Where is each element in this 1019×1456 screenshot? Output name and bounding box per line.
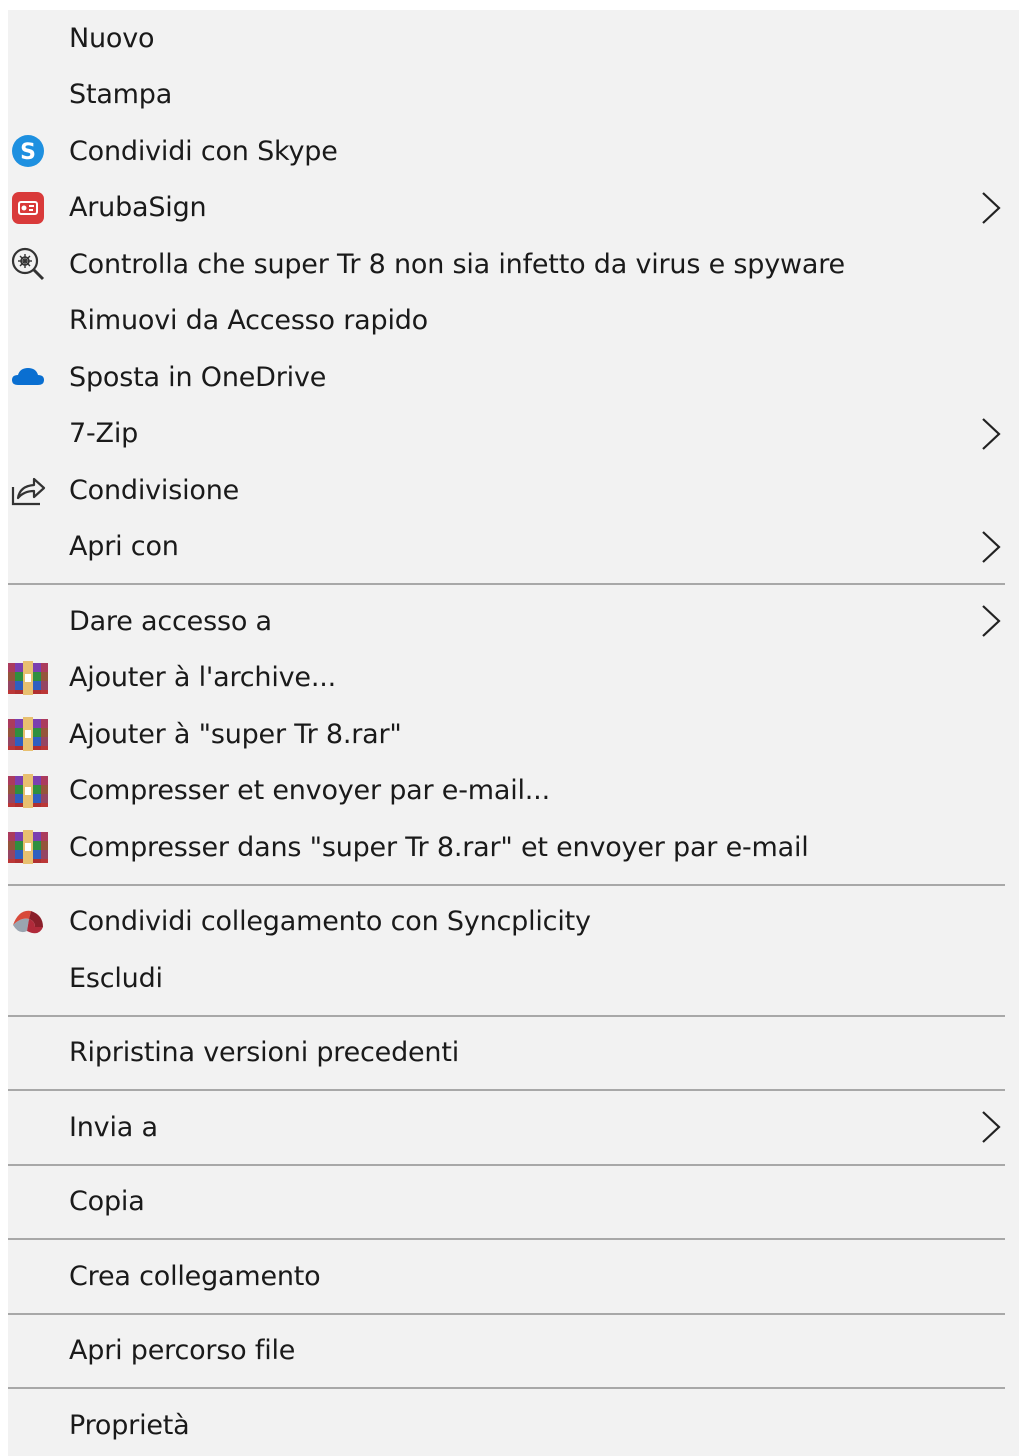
arubasign-icon <box>8 188 48 228</box>
menu-item-label: Compresser dans "super Tr 8.rar" et envo… <box>69 831 809 863</box>
menu-separator <box>8 1081 1019 1099</box>
winrar-icon <box>8 771 48 811</box>
menu-item-label: Compresser et envoyer par e-mail... <box>69 775 550 807</box>
menu-item-label: Escludi <box>69 962 163 994</box>
menu-item-crea-collegamento[interactable]: Crea collegamento <box>8 1248 1019 1305</box>
menu-separator <box>8 575 1019 593</box>
menu-item-label: Apri con <box>69 531 179 563</box>
menu-item-label: Nuovo <box>69 22 155 54</box>
menu-item-label: Invia a <box>69 1111 158 1143</box>
menu-item-sposta-in-onedrive[interactable]: Sposta in OneDrive <box>8 349 1019 406</box>
menu-item-controlla-che-super-tr-8-non-sia-infetto-da-virus-e-spyware[interactable]: Controlla che super Tr 8 non sia infetto… <box>8 236 1019 293</box>
menu-item-ripristina-versioni-precedenti[interactable]: Ripristina versioni precedenti <box>8 1025 1019 1082</box>
menu-item-label: Dare accesso a <box>69 605 272 637</box>
menu-item-label: Sposta in OneDrive <box>69 361 327 393</box>
menu-item-label: Controlla che super Tr 8 non sia infetto… <box>69 248 845 280</box>
menu-item-ajouter-a-super-tr-8-rar[interactable]: Ajouter à "super Tr 8.rar" <box>8 706 1019 763</box>
menu-item-label: Crea collegamento <box>69 1260 321 1292</box>
menu-item-label: Condividi con Skype <box>69 135 338 167</box>
menu-item-7-zip[interactable]: 7-Zip <box>8 406 1019 463</box>
menu-item-label: Apri percorso file <box>69 1335 296 1367</box>
menu-item-label: Condividi collegamento con Syncplicity <box>69 906 591 938</box>
menu-item-label: Ajouter à "super Tr 8.rar" <box>69 718 402 750</box>
chevron-right-icon <box>980 190 1002 226</box>
menu-item-arubasign[interactable]: ArubaSign <box>8 180 1019 237</box>
menu-item-compresser-et-envoyer-par-e-mail[interactable]: Compresser et envoyer par e-mail... <box>8 763 1019 820</box>
menu-item-label: 7-Zip <box>69 418 139 450</box>
menu-separator <box>8 876 1019 894</box>
menu-item-label: Ajouter à l'archive... <box>69 662 336 694</box>
menu-item-proprieta[interactable]: Proprietà <box>8 1397 1019 1454</box>
menu-item-ajouter-a-l-archive[interactable]: Ajouter à l'archive... <box>8 650 1019 707</box>
onedrive-icon <box>8 357 48 397</box>
svg-text:S: S <box>20 140 36 165</box>
menu-item-dare-accesso-a[interactable]: Dare accesso a <box>8 593 1019 650</box>
chevron-right-icon <box>980 529 1002 565</box>
winrar-icon <box>8 827 48 867</box>
chevron-right-icon <box>980 416 1002 452</box>
winrar-icon <box>8 714 48 754</box>
menu-item-label: Proprietà <box>69 1409 190 1441</box>
menu-item-condivisione[interactable]: Condivisione <box>8 462 1019 519</box>
menu-separator <box>8 1230 1019 1248</box>
syncplicity-icon <box>8 902 48 942</box>
menu-item-label: ArubaSign <box>69 192 207 224</box>
menu-separator <box>8 1007 1019 1025</box>
menu-item-stampa[interactable]: Stampa <box>8 67 1019 124</box>
menu-separator <box>8 1156 1019 1174</box>
menu-item-invia-a[interactable]: Invia a <box>8 1099 1019 1156</box>
chevron-right-icon <box>980 1109 1002 1145</box>
menu-item-condividi-con-skype[interactable]: S Condividi con Skype <box>8 123 1019 180</box>
menu-separator <box>8 1305 1019 1323</box>
menu-item-rimuovi-da-accesso-rapido[interactable]: Rimuovi da Accesso rapido <box>8 293 1019 350</box>
menu-item-condividi-collegamento-con-syncplicity[interactable]: Condividi collegamento con Syncplicity <box>8 894 1019 951</box>
skype-icon: S <box>8 131 48 171</box>
virus-scan-icon <box>8 244 48 284</box>
chevron-right-icon <box>980 603 1002 639</box>
winrar-icon <box>8 658 48 698</box>
menu-item-copia[interactable]: Copia <box>8 1174 1019 1231</box>
menu-item-label: Copia <box>69 1186 145 1218</box>
menu-item-apri-con[interactable]: Apri con <box>8 519 1019 576</box>
menu-item-escludi[interactable]: Escludi <box>8 950 1019 1007</box>
context-menu: Nuovo Stampa S Condividi con Skype ArubaSign… <box>8 10 1019 1456</box>
menu-item-compresser-dans-super-tr-8-rar-et-envoyer-par-e-mail[interactable]: Compresser dans "super Tr 8.rar" et envo… <box>8 819 1019 876</box>
menu-item-label: Stampa <box>69 79 173 111</box>
menu-item-label: Condivisione <box>69 474 240 506</box>
menu-item-nuovo[interactable]: Nuovo <box>8 10 1019 67</box>
menu-item-label: Rimuovi da Accesso rapido <box>69 305 428 337</box>
menu-item-label: Ripristina versioni precedenti <box>69 1037 460 1069</box>
share-icon <box>8 470 48 510</box>
menu-item-apri-percorso-file[interactable]: Apri percorso file <box>8 1323 1019 1380</box>
menu-separator <box>8 1379 1019 1397</box>
